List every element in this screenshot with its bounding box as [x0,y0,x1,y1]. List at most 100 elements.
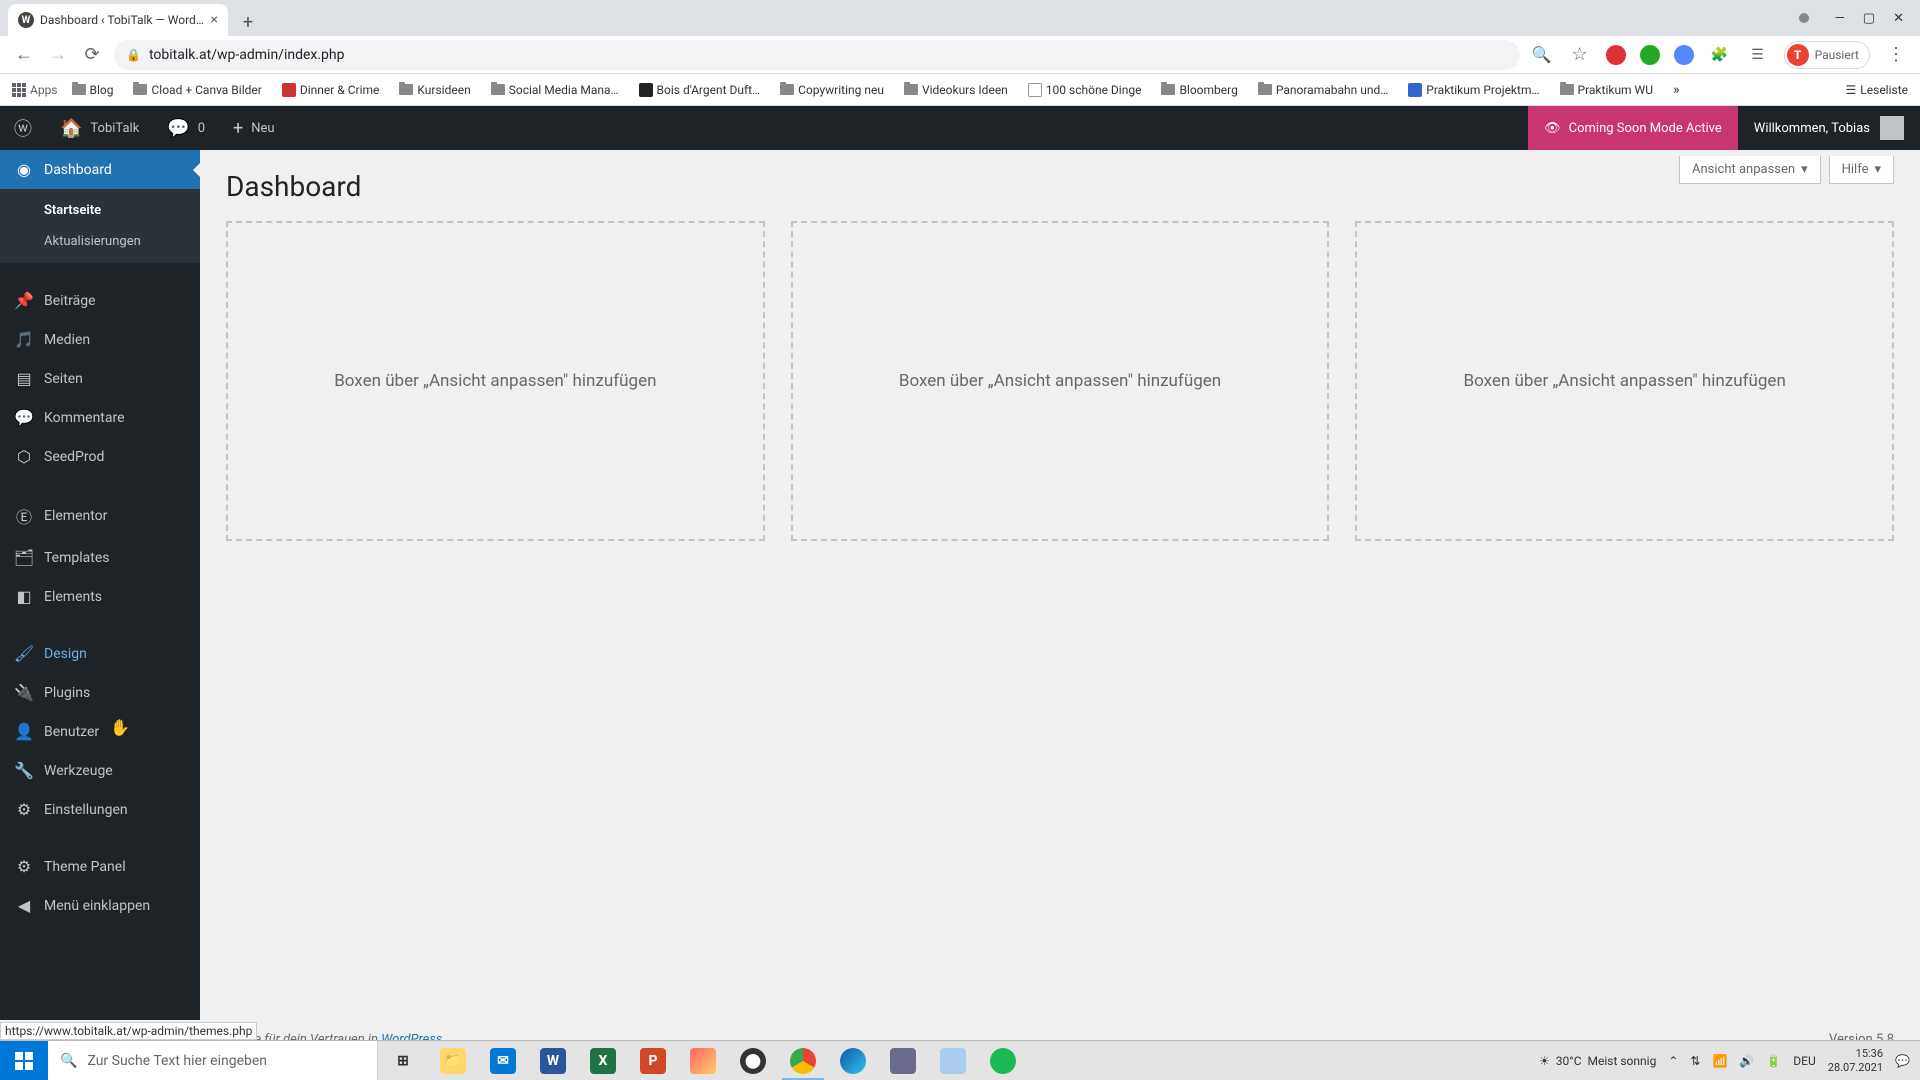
new-content-menu[interactable]: +Neu [219,106,289,150]
battery-icon[interactable]: 🔋 [1766,1054,1781,1068]
excel-icon[interactable]: X [578,1041,628,1080]
extension-icon-1[interactable] [1606,45,1626,65]
zoom-icon[interactable]: 🔍 [1530,43,1554,67]
wordpress-favicon: W [18,12,34,28]
file-explorer-icon[interactable]: 📁 [428,1041,478,1080]
mail-icon[interactable]: ✉ [478,1041,528,1080]
menu-medien[interactable]: 🎵Medien [0,320,200,359]
edge-icon[interactable] [828,1041,878,1080]
menu-beitraege[interactable]: 📌Beiträge [0,281,200,320]
browser-tab[interactable]: W Dashboard ‹ TobiTalk — WordPr… × [8,4,228,36]
menu-elements[interactable]: ◧Elements [0,577,200,616]
volume-icon[interactable]: 🔊 [1739,1054,1754,1068]
menu-kommentare[interactable]: 💬Kommentare [0,398,200,437]
menu-collapse[interactable]: ◀Menü einklappen [0,886,200,925]
bookmarks-overflow[interactable]: » [1667,82,1686,98]
wp-admin-bar: ⓦ 🏠TobiTalk 💬0 +Neu 👁 Coming Soon Mode A… [0,106,1920,150]
bookmark-item[interactable]: Bois d'Argent Duft… [633,79,767,101]
chrome-icon[interactable] [778,1041,828,1080]
site-name-menu[interactable]: 🏠TobiTalk [46,106,153,150]
maximize-button[interactable]: ▢ [1863,11,1875,26]
bookmark-item[interactable]: Blog [66,79,120,101]
coming-soon-badge[interactable]: 👁 Coming Soon Mode Active [1528,106,1738,150]
back-button[interactable]: ← [12,43,36,67]
help-button[interactable]: Hilfe▾ [1829,156,1894,184]
kebab-menu-icon[interactable]: ⋮ [1884,43,1908,67]
folder-icon [1258,84,1272,95]
tray-chevron-icon[interactable]: ⌃ [1668,1054,1678,1068]
powerpoint-icon[interactable]: P [628,1041,678,1080]
bookmark-item[interactable]: Praktikum Projektm… [1402,79,1545,101]
obs-icon[interactable]: ⬤ [728,1041,778,1080]
menu-theme-panel[interactable]: ⚙Theme Panel [0,847,200,886]
bookmark-item[interactable]: Cload + Canva Bilder [127,79,267,101]
widget-placeholder[interactable]: Boxen über „Ansicht anpassen" hinzufügen [1355,221,1894,541]
menu-seedprod[interactable]: ⬡SeedProd [0,437,200,476]
reading-list-button[interactable]: ☰ Leseliste [1846,83,1908,97]
folder-icon [904,84,918,95]
language-indicator[interactable]: DEU [1793,1054,1815,1068]
taskbar-search[interactable]: 🔍 Zur Suche Text hier eingeben [48,1041,378,1080]
reload-button[interactable]: ⟳ [80,43,104,67]
close-tab-icon[interactable]: × [211,12,218,28]
menu-dashboard[interactable]: ◉Dashboard [0,150,200,189]
menu-einstellungen[interactable]: ⚙Einstellungen [0,790,200,829]
menu-templates[interactable]: 🗂Templates [0,538,200,577]
submenu-startseite[interactable]: Startseite [0,195,200,226]
user-menu[interactable]: Willkommen, Tobias [1738,106,1920,150]
apps-button[interactable]: Apps [12,83,58,97]
clock[interactable]: 15:36 28.07.2021 [1828,1047,1883,1073]
new-tab-button[interactable]: + [234,8,262,36]
comments-menu[interactable]: 💬0 [153,106,219,150]
spotify-icon[interactable] [978,1041,1028,1080]
menu-plugins[interactable]: 🔌Plugins [0,673,200,712]
extension-icon-2[interactable] [1640,45,1660,65]
forward-button[interactable]: → [46,43,70,67]
extensions-icon[interactable]: 🧩 [1708,43,1732,67]
plugin-icon: 🔌 [14,683,34,702]
task-view-button[interactable]: ⊞ [378,1041,428,1080]
app-icon[interactable] [878,1041,928,1080]
profile-button[interactable]: T Pausiert [1784,41,1870,69]
update-indicator-icon[interactable] [1799,13,1809,23]
wifi-icon[interactable]: 📶 [1712,1054,1727,1068]
reading-list-icon[interactable]: ☰ [1746,43,1770,67]
app-icon[interactable] [678,1041,728,1080]
network-icon[interactable]: ⇅ [1690,1054,1700,1068]
menu-elementor[interactable]: ⒺElementor [0,494,200,538]
menu-werkzeuge[interactable]: 🔧Werkzeuge [0,751,200,790]
bookmark-item[interactable]: Social Media Mana… [485,79,625,101]
star-icon[interactable]: ☆ [1568,43,1592,67]
bookmark-item[interactable]: 100 schöne Dinge [1022,79,1148,101]
bookmark-item[interactable]: Copywriting neu [774,79,890,101]
menu-benutzer[interactable]: 👤Benutzer [0,712,200,751]
minimize-button[interactable]: — [1835,11,1845,26]
folder-icon [780,84,794,95]
page-icon: ▤ [14,369,34,388]
bookmark-item[interactable]: Panoramabahn und… [1252,79,1394,101]
menu-seiten[interactable]: ▤Seiten [0,359,200,398]
screen-options-button[interactable]: Ansicht anpassen▾ [1679,156,1821,184]
word-icon[interactable]: W [528,1041,578,1080]
folder-icon [1560,84,1574,95]
bookmark-item[interactable]: Dinner & Crime [276,79,386,101]
bookmark-item[interactable]: Kursideen [393,79,476,101]
close-window-button[interactable]: ✕ [1893,11,1904,26]
bookmark-item[interactable]: Videokurs Ideen [898,79,1014,101]
bookmark-item[interactable]: Bloomberg [1155,79,1243,101]
menu-design[interactable]: 🖌Design [0,634,200,673]
address-bar[interactable]: 🔒 tobitalk.at/wp-admin/index.php [114,40,1520,70]
start-button[interactable] [0,1041,48,1080]
notepad-icon[interactable] [928,1041,978,1080]
dashboard-icon: ◉ [14,160,34,179]
submenu-aktualisierungen[interactable]: Aktualisierungen [0,226,200,257]
extension-icon-3[interactable] [1674,45,1694,65]
notifications-icon[interactable]: 💬 [1895,1054,1910,1068]
page-title: Dashboard [226,170,1894,203]
weather-widget[interactable]: ☀ 30°C Meist sonnig [1539,1054,1656,1068]
bookmark-item[interactable]: Praktikum WU [1554,79,1659,101]
widget-placeholder[interactable]: Boxen über „Ansicht anpassen" hinzufügen [226,221,765,541]
widget-placeholder[interactable]: Boxen über „Ansicht anpassen" hinzufügen [791,221,1330,541]
wp-logo-menu[interactable]: ⓦ [0,106,46,150]
sun-icon: ☀ [1539,1054,1550,1068]
